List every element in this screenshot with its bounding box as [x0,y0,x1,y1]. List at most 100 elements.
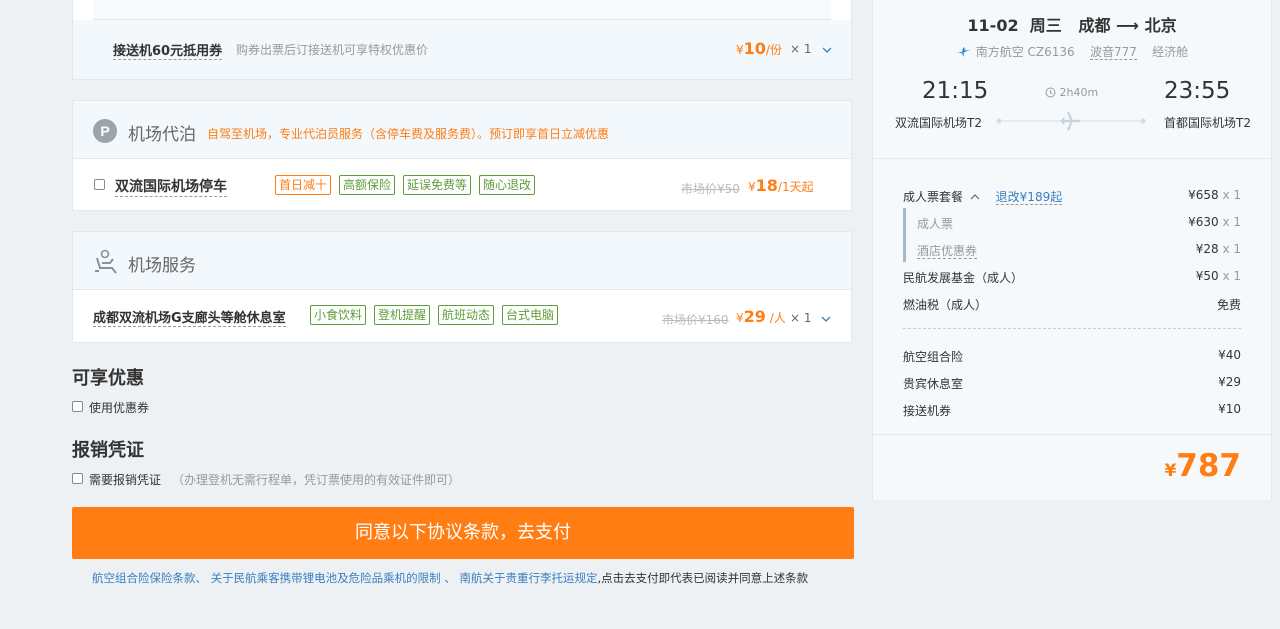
invoice-checkbox-label[interactable]: 需要报销凭证 [89,471,161,488]
parking-card: P 机场代泊 自驾至机场，专业代泊员服务（含停车费及服务费）。预订即享首日立减优… [72,100,852,211]
parking-tag: 高额保险 [339,175,396,195]
transfer-coupon-title[interactable]: 接送机60元抵用券 [113,40,223,60]
insurance-price: ¥40 [1218,348,1241,362]
divider [93,0,831,20]
price-unit: /人 [769,311,786,325]
fuel-tax-row: 燃油税（成人） 免费 [903,296,1241,313]
total-currency: ¥ [1164,461,1177,481]
transfer-coupon-card: 接送机60元抵用券 购券出票后订接送机可享特权优惠价 ¥10/份 × 1 [72,0,852,80]
fuel-tax-label: 燃油税（成人） [903,298,988,312]
price-value: 18 [755,176,778,195]
invoice-title: 报销凭证 [72,440,144,461]
insurance-label: 航空组合险 [903,350,964,364]
transfer-row: 接送机券 ¥10 [903,402,1241,419]
currency-symbol: ¥ [736,43,744,57]
fuel-tax-price: 免费 [1216,298,1241,312]
quantity-label: x 1 [1222,188,1241,202]
quantity-label: x 1 [1222,215,1241,229]
parking-tag: 延误免费等 [403,175,472,195]
aircraft-type[interactable]: 波音777 [1089,45,1137,60]
quantity-label: × 1 [790,42,812,56]
refund-policy-link[interactable]: 退改¥189起 [995,190,1063,205]
parking-market-price: 市场价¥50 [681,182,740,196]
lounge-tag: 小食饮料 [310,305,367,325]
parking-item-row: 双流国际机场停车 首日减十 高额保险 延误免费等 随心退改 市场价¥50 ¥18/1天… [73,159,851,211]
lounge-market-price: 市场价¥160 [662,313,729,327]
lounge-section-title: 机场服务 [128,256,196,276]
terms-line: 航空组合险保险条款、 关于民航乘客携带锂电池及危险品乘机的限制 、 南航关于贵重… [92,570,808,586]
coupon-checkbox[interactable] [72,401,83,412]
hotel-coupon-label[interactable]: 酒店优惠券 [917,244,978,259]
lounge-tag: 航班动态 [438,305,495,325]
china-southern-logo-icon [956,47,971,57]
vip-lounge-label: 贵宾休息室 [903,377,964,391]
departure-airport: 双流国际机场T2 [895,116,982,130]
chevron-up-icon[interactable] [970,194,980,200]
quantity-label: x 1 [1222,269,1241,283]
flight-duration: 2h40m [1045,86,1098,99]
lounge-tag: 登机提醒 [374,305,431,325]
invoice-note: （办理登机无需行程单，凭订票使用的有效证件即可） [172,473,461,487]
parking-tags: 首日减十 高额保险 延误免费等 随心退改 [275,175,543,195]
vip-lounge-row: 贵宾休息室 ¥29 [903,375,1241,392]
coupon-checkbox-label[interactable]: 使用优惠券 [89,399,149,416]
parking-section-title: 机场代泊 [128,125,196,145]
arrival-airport: 首都国际机场T2 [1164,116,1251,130]
hotel-coupon-price: ¥28 [1195,242,1219,256]
discount-title: 可享优惠 [72,368,144,389]
airline-flight-number: 南方航空 CZ6136 [975,45,1075,59]
ticket-label: 成人票 [917,217,954,231]
lounge-item-row: 成都双流机场G支廊头等舱休息室 小食饮料 登机提醒 航班动态 台式电脑 市场价¥160… [73,290,851,343]
lounge-seat-icon [95,249,117,274]
flight-path-line [996,111,1146,131]
fund-row: 民航发展基金（成人） ¥50 x 1 [903,269,1241,286]
insurance-row: 航空组合险 ¥40 [903,348,1241,365]
package-row: 成人票套餐 退改¥189起 ¥658 x 1 [903,188,1241,205]
luggage-rules-link[interactable]: 南航关于贵重行李托运规定 [459,571,597,585]
lounge-item-name[interactable]: 成都双流机场G支廊头等舱休息室 [93,307,286,327]
lounge-tags: 小食饮料 登机提醒 航班动态 台式电脑 [310,305,566,325]
pay-button[interactable]: 同意以下协议条款，去支付 [72,507,854,559]
flight-date: 11-02 [967,16,1019,35]
total-value: 787 [1176,448,1241,484]
terms-separator: 、 [195,571,208,585]
parking-section-desc: 自驾至机场，专业代泊员服务（含停车费及服务费）。预订即享首日立减优惠 [207,127,610,141]
lounge-header: 机场服务 [73,232,851,290]
quantity-label: x 1 [1222,242,1241,256]
vip-lounge-price: ¥29 [1218,375,1241,389]
currency-symbol: ¥ [748,180,756,194]
parking-item-name[interactable]: 双流国际机场停车 [115,176,227,197]
lounge-card: 机场服务 成都双流机场G支廊头等舱休息室 小食饮料 登机提醒 航班动态 台式电脑 市场… [72,231,852,343]
lounge-price: ¥29 /人 [736,307,786,326]
ticket-price: ¥630 [1188,215,1219,229]
parking-tag: 首日减十 [275,175,332,195]
divider [873,158,1271,159]
chevron-down-icon[interactable] [822,47,832,53]
chevron-down-icon[interactable] [821,316,831,322]
price-unit: /份 [765,43,782,57]
transfer-coupon-price: ¥10/份 [736,39,782,58]
arrival-time: 23:55 [1164,78,1231,104]
divider [873,434,1271,435]
quantity-label: × 1 [790,311,812,325]
dashed-divider [903,328,1241,329]
flight-route-title: 11-02 周三 成都 ⟶ 北京 [873,12,1271,36]
battery-rules-link[interactable]: 关于民航乘客携带锂电池及危险品乘机的限制 [211,571,441,585]
price-value: 29 [743,307,766,326]
invoice-checkbox[interactable] [72,473,83,484]
order-summary-panel: 11-02 周三 成都 ⟶ 北京 南方航空 CZ6136 波音777 经济舱 2… [872,0,1272,500]
lounge-tag: 台式电脑 [502,305,559,325]
transfer-price: ¥10 [1218,402,1241,416]
transfer-coupon-desc: 购券出票后订接送机可享特权优惠价 [236,43,429,57]
insurance-terms-link[interactable]: 航空组合险保险条款 [92,571,196,585]
cabin-class: 经济舱 [1152,45,1189,59]
parking-tag: 随心退改 [479,175,536,195]
duration-value: 2h40m [1059,86,1099,99]
parking-checkbox[interactable] [94,179,105,190]
from-city: 成都 [1078,16,1111,35]
transfer-label: 接送机券 [903,404,952,418]
price-unit: /1天起 [777,180,814,194]
package-price: ¥658 [1188,188,1219,202]
clock-icon [1045,87,1056,98]
parking-header: P 机场代泊 自驾至机场，专业代泊员服务（含停车费及服务费）。预订即享首日立减优… [73,101,851,159]
